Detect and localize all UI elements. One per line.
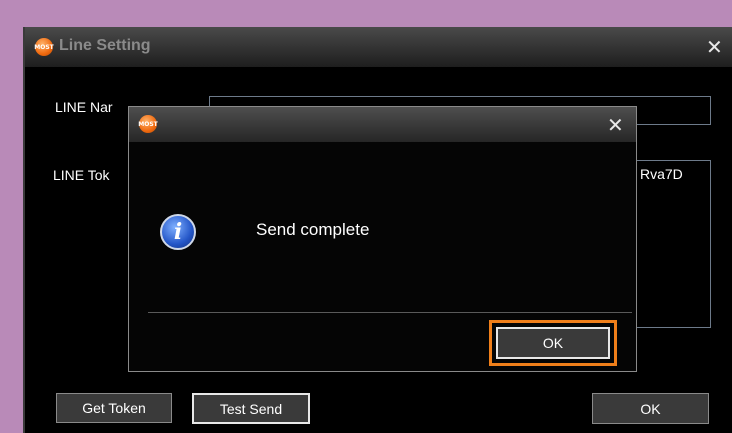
title-bar[interactable]: MOST Line Setting ✕ [25,27,732,67]
dialog-separator [148,312,632,313]
dialog-title-bar[interactable]: MOST ✕ [129,107,636,142]
app-logo-icon: MOST [138,115,158,133]
line-token-label: LINE Tok [53,167,110,183]
message-dialog: MOST ✕ i Send complete OK [128,106,637,372]
close-icon[interactable]: ✕ [706,37,723,57]
line-name-label: LINE Nar [55,99,113,115]
test-send-button[interactable]: Test Send [192,393,310,424]
ok-button[interactable]: OK [592,393,709,424]
get-token-button[interactable]: Get Token [56,393,172,423]
info-icon: i [160,214,196,250]
app-logo-icon: MOST [34,38,54,56]
dialog-message: Send complete [256,220,370,239]
window-title: Line Setting [59,37,151,54]
ok-highlight-frame: OK [489,320,617,366]
dialog-ok-button[interactable]: OK [496,327,610,359]
dialog-close-icon[interactable]: ✕ [607,115,624,135]
dialog-body: i Send complete OK [129,142,636,371]
